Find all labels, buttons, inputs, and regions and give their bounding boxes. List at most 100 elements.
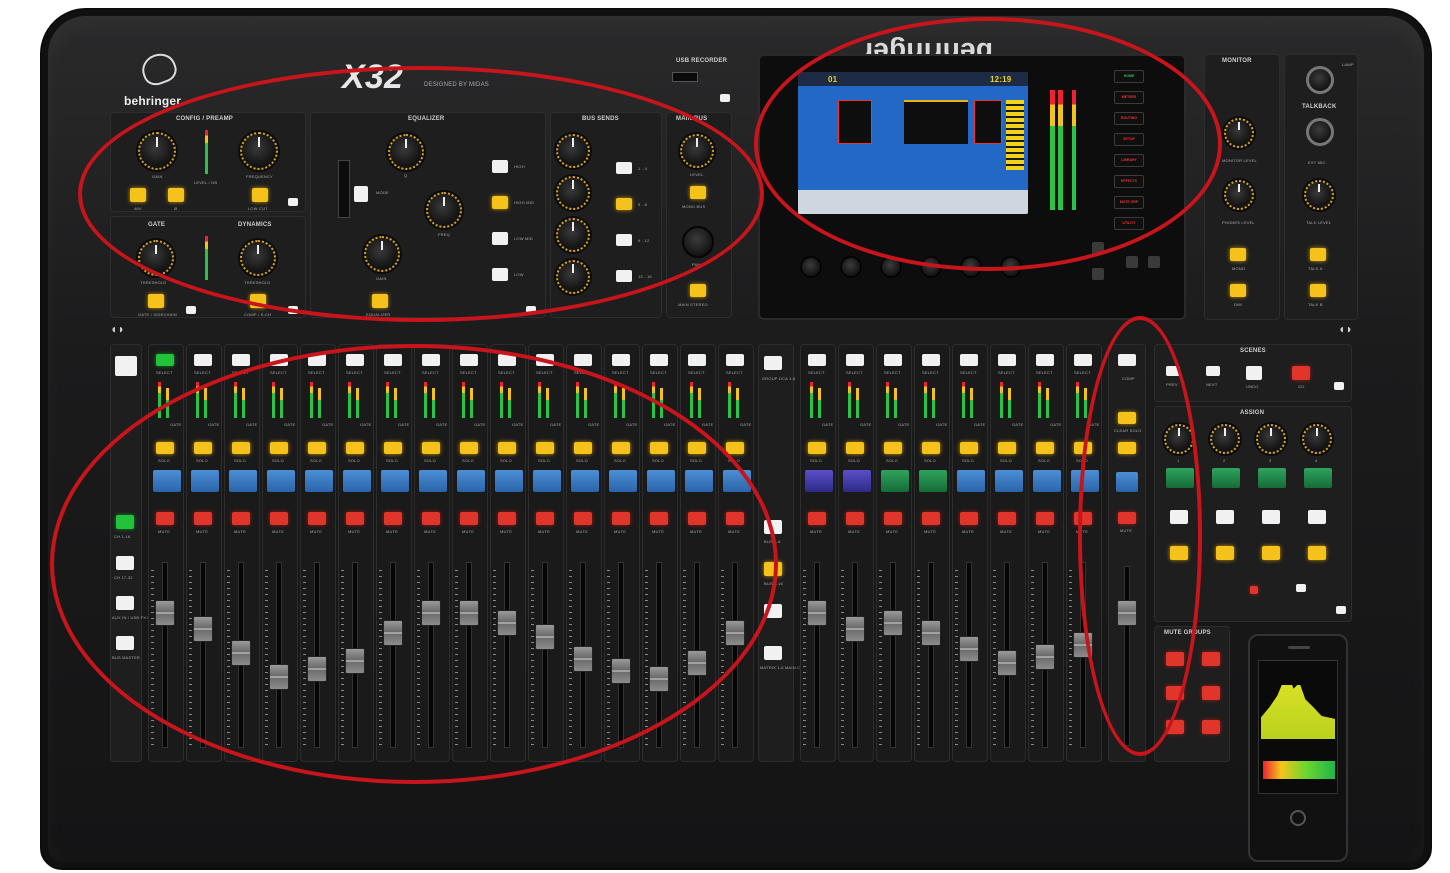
group-3-solo-button[interactable]	[884, 442, 902, 454]
phantom-button[interactable]	[130, 188, 146, 202]
eq-enable-button[interactable]	[372, 294, 388, 308]
channel-7-mute-button[interactable]	[384, 512, 402, 525]
eq-q-knob[interactable]	[388, 134, 424, 170]
assign-set-button[interactable]	[1296, 584, 1306, 592]
channel-10-mute-button[interactable]	[498, 512, 516, 525]
group-1-mute-button[interactable]	[808, 512, 826, 525]
assign-button-bottom-1[interactable]	[1170, 546, 1188, 560]
group-7-solo-button[interactable]	[1036, 442, 1054, 454]
main-mute-button[interactable]	[1118, 512, 1136, 524]
screen-encoder-6[interactable]	[1000, 256, 1022, 278]
view-channel-button[interactable]	[115, 356, 137, 376]
channel-1-solo-button[interactable]	[156, 442, 174, 454]
mute-group-button-4[interactable]	[1202, 686, 1220, 700]
view-button-utility[interactable]: UTILITY	[1114, 217, 1144, 230]
dim-button[interactable]	[1230, 284, 1246, 297]
channel-7-fader[interactable]	[383, 620, 403, 646]
bus-master-layer-button[interactable]	[116, 636, 134, 650]
group-3-select-button[interactable]	[884, 354, 902, 366]
bus-send-knob-4[interactable]	[556, 260, 590, 294]
channel-8-solo-button[interactable]	[422, 442, 440, 454]
channel-11-mute-button[interactable]	[536, 512, 554, 525]
channel-7-solo-button[interactable]	[384, 442, 402, 454]
group-2-select-button[interactable]	[846, 354, 864, 366]
eq-freq-knob[interactable]	[426, 192, 462, 228]
channel-16-select-button[interactable]	[726, 354, 744, 366]
group-6-solo-button[interactable]	[998, 442, 1016, 454]
main-pan-knob[interactable]	[682, 226, 714, 258]
channel-2-select-button[interactable]	[194, 354, 212, 366]
view-button-meters[interactable]: METERS	[1114, 91, 1144, 104]
channel-9-solo-button[interactable]	[460, 442, 478, 454]
eq-low-mid-button[interactable]	[492, 232, 508, 245]
aux-in-layer-button[interactable]	[116, 596, 134, 610]
group-2-solo-button[interactable]	[846, 442, 864, 454]
channel-14-fader[interactable]	[649, 666, 669, 692]
channel-14-mute-button[interactable]	[650, 512, 668, 525]
assign-button-top-1[interactable]	[1170, 510, 1188, 524]
group-1-fader[interactable]	[807, 600, 827, 626]
channel-14-solo-button[interactable]	[650, 442, 668, 454]
bus-extra-layer-button[interactable]	[764, 604, 782, 618]
channel-7-select-button[interactable]	[384, 354, 402, 366]
group-7-mute-button[interactable]	[1036, 512, 1054, 525]
eq-high-mid-button[interactable]	[492, 196, 508, 209]
bus-1-4-button[interactable]	[616, 162, 632, 174]
view-button-effects[interactable]: EFFECTS	[1114, 175, 1144, 188]
bus-1-8-layer-button[interactable]	[764, 520, 782, 534]
main-fader[interactable]	[1117, 600, 1137, 626]
main-select-button[interactable]	[1118, 354, 1136, 366]
mono-bus-button[interactable]	[690, 186, 706, 199]
bus-send-knob-2[interactable]	[556, 176, 590, 210]
group-2-mute-button[interactable]	[846, 512, 864, 525]
assign-button-bottom-3[interactable]	[1262, 546, 1280, 560]
scenes-view-button[interactable]	[1334, 382, 1344, 390]
bus-9-12-button[interactable]	[616, 234, 632, 246]
ch-17-32-layer-button[interactable]	[116, 556, 134, 570]
group-4-select-button[interactable]	[922, 354, 940, 366]
screen-encoder-5[interactable]	[960, 256, 982, 278]
group-2-fader[interactable]	[845, 616, 865, 642]
channel-6-select-button[interactable]	[346, 354, 364, 366]
channel-6-mute-button[interactable]	[346, 512, 364, 525]
channel-13-mute-button[interactable]	[612, 512, 630, 525]
scene-undo-button[interactable]	[1246, 366, 1262, 380]
scene-go-button[interactable]	[1292, 366, 1310, 380]
assign-button-top-4[interactable]	[1308, 510, 1326, 524]
assign-button-bottom-2[interactable]	[1216, 546, 1234, 560]
channel-3-solo-button[interactable]	[232, 442, 250, 454]
assign-knob-1[interactable]	[1164, 424, 1194, 454]
group-5-mute-button[interactable]	[960, 512, 978, 525]
comp-threshold-knob[interactable]	[240, 240, 276, 276]
channel-4-fader[interactable]	[269, 664, 289, 690]
channel-1-mute-button[interactable]	[156, 512, 174, 525]
group-5-fader[interactable]	[959, 636, 979, 662]
eq-mode-handle[interactable]	[354, 186, 368, 202]
talk-b-button[interactable]	[1310, 284, 1326, 297]
phone-home-button[interactable]	[1290, 810, 1306, 826]
group-4-mute-button[interactable]	[922, 512, 940, 525]
group-7-fader[interactable]	[1035, 644, 1055, 670]
main-level-knob[interactable]	[680, 134, 714, 168]
eq-gain-knob[interactable]	[364, 236, 400, 272]
channel-13-select-button[interactable]	[612, 354, 630, 366]
group-3-fader[interactable]	[883, 610, 903, 636]
bus-13-16-button[interactable]	[616, 270, 632, 282]
mute-group-button-6[interactable]	[1202, 720, 1220, 734]
mute-group-button-3[interactable]	[1166, 686, 1184, 700]
channel-15-mute-button[interactable]	[688, 512, 706, 525]
mute-group-button-5[interactable]	[1166, 720, 1184, 734]
eq-mode-switch[interactable]	[338, 160, 350, 218]
channel-15-select-button[interactable]	[688, 354, 706, 366]
group-8-solo-button[interactable]	[1074, 442, 1092, 454]
channel-3-mute-button[interactable]	[232, 512, 250, 525]
dyn-view-button[interactable]	[288, 306, 298, 314]
group-1-solo-button[interactable]	[808, 442, 826, 454]
comp-button[interactable]	[250, 294, 266, 308]
channel-3-select-button[interactable]	[232, 354, 250, 366]
screen-right-button[interactable]	[1148, 256, 1160, 268]
screen-encoder-2[interactable]	[840, 256, 862, 278]
channel-1-fader[interactable]	[155, 600, 175, 626]
assign-knob-4[interactable]	[1302, 424, 1332, 454]
scene-next-button[interactable]	[1206, 366, 1220, 376]
